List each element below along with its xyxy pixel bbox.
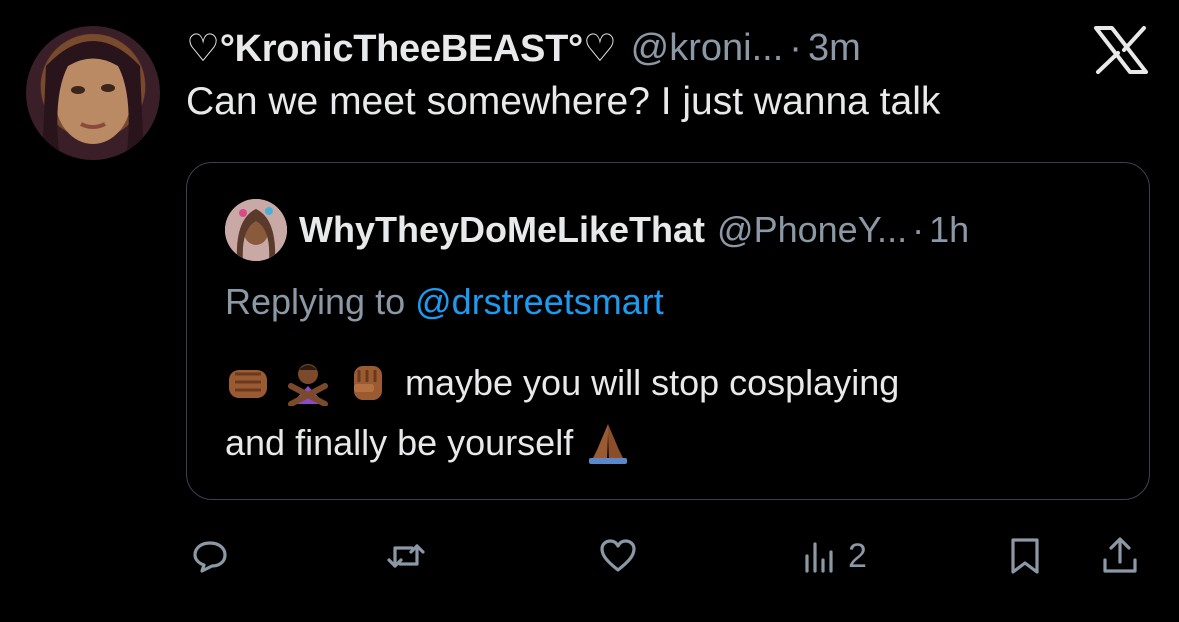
bookmark-icon <box>1011 538 1039 574</box>
quoted-text-line-1-text: maybe you will stop cosplaying <box>405 362 900 403</box>
folded-hands-emoji <box>585 420 631 466</box>
quoted-tweet[interactable]: WhyTheyDoMeLikeThat @PhoneY... · 1h Repl… <box>186 162 1150 500</box>
tweet: ♡°KronicTheeBEAST°♡ @kroni... · 3m Can w… <box>0 0 1179 622</box>
retweet-button[interactable] <box>386 534 426 578</box>
reply-icon <box>193 541 227 573</box>
tweet-header: ♡°KronicTheeBEAST°♡ @kroni... · 3m <box>186 22 861 74</box>
replying-to: Replying to @drstreetsmart <box>225 281 664 323</box>
raised-fist-emoji <box>345 360 391 406</box>
oncoming-fist-emoji <box>225 360 271 406</box>
author-avatar[interactable] <box>26 26 160 160</box>
like-icon <box>600 539 636 572</box>
action-bar: 2 <box>0 520 1179 590</box>
bookmark-button[interactable] <box>1005 534 1045 578</box>
quoted-author-handle[interactable]: @PhoneY... <box>717 209 907 251</box>
share-icon <box>1103 537 1137 573</box>
retweet-icon <box>387 544 425 568</box>
quoted-text-line-1: maybe you will stop cosplaying <box>225 357 899 409</box>
tweet-time[interactable]: 3m <box>808 27 861 70</box>
share-button[interactable] <box>1100 534 1140 578</box>
x-logo-icon <box>1092 26 1150 74</box>
quoted-author-name[interactable]: WhyTheyDoMeLikeThat <box>299 209 705 251</box>
quoted-text-line-2-text: and finally be yourself <box>225 422 574 463</box>
replying-handle-link[interactable]: @drstreetsmart <box>415 281 664 322</box>
views-icon <box>805 542 833 573</box>
replying-prefix: Replying to <box>225 281 406 322</box>
quoted-time[interactable]: 1h <box>929 209 969 251</box>
quoted-header: WhyTheyDoMeLikeThat @PhoneY... · 1h <box>299 205 969 255</box>
views-count: 2 <box>848 536 867 575</box>
reply-button[interactable] <box>190 534 230 578</box>
tweet-text: Can we meet somewhere? I just wanna talk <box>186 80 941 123</box>
quoted-text-line-2: and finally be yourself <box>225 417 645 469</box>
views-button[interactable]: 2 <box>800 534 867 578</box>
author-name[interactable]: ♡°KronicTheeBEAST°♡ <box>186 26 617 71</box>
like-button[interactable] <box>598 534 638 578</box>
gesturing-no-emoji <box>285 360 331 407</box>
separator-dot: · <box>912 209 925 250</box>
quoted-author-avatar[interactable] <box>225 199 287 261</box>
separator-dot: · <box>789 26 802 69</box>
author-handle[interactable]: @kroni... <box>631 27 784 70</box>
